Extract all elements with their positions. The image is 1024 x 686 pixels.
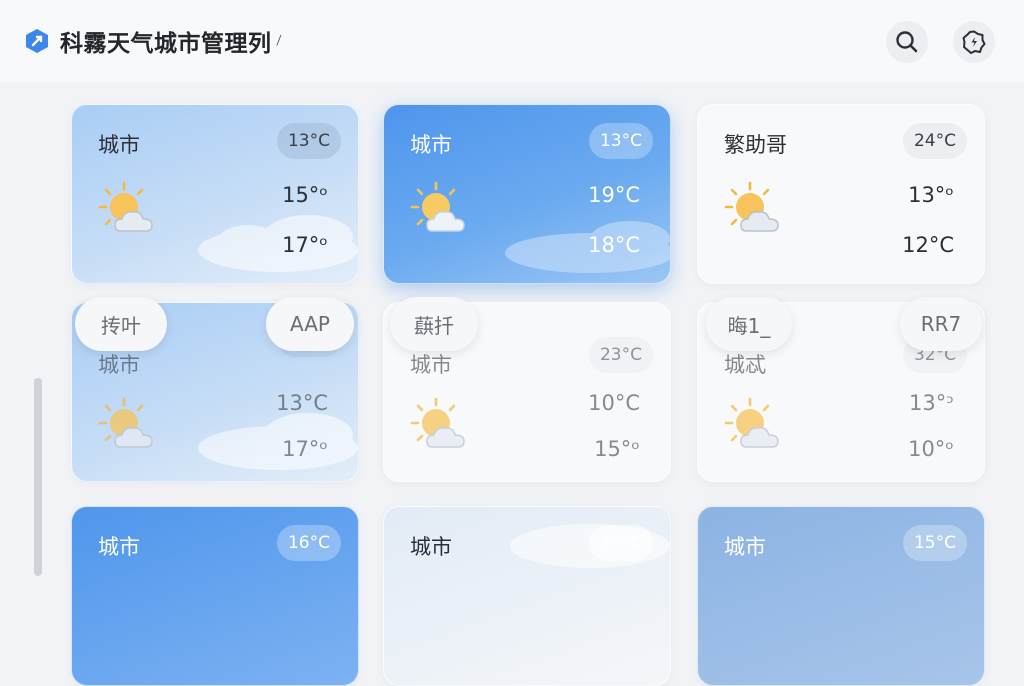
low-temp: 10°ᵒ <box>908 437 954 461</box>
search-icon <box>896 31 918 53</box>
cloud-background <box>198 413 358 470</box>
low-temp: 17°ᵒ <box>282 437 328 461</box>
city-card[interactable]: 城市 15°C <box>697 506 985 686</box>
city-name: 城市 <box>98 353 140 377</box>
partly-cloudy-icon <box>724 181 779 232</box>
city-card-selected[interactable]: 城市 13°C 19°C 18°C <box>383 104 671 284</box>
settings-button[interactable] <box>953 21 995 63</box>
page-title: 科霧天气城市管理列 <box>60 31 272 57</box>
city-card[interactable]: 繁助哥 24°C 13°ᵒ 12°C <box>697 104 985 284</box>
city-card[interactable]: 城市 13°C 15°ᵒ 17°ᵒ <box>71 104 359 284</box>
quick-action-chip[interactable]: RR7 <box>900 297 982 351</box>
partly-cloudy-icon <box>724 397 779 448</box>
gear-icon <box>962 30 986 54</box>
quick-action-chip[interactable]: 蕻扦 <box>390 297 478 351</box>
high-temp: 13°C <box>276 391 328 415</box>
quick-action-chip[interactable]: 抟叶 <box>75 297 167 351</box>
edit-title-icon[interactable]: ⁄ <box>276 33 281 48</box>
current-temp-badge: 16°C <box>276 525 341 561</box>
scrollbar-thumb[interactable] <box>34 378 42 576</box>
low-temp: 17°ᵒ <box>282 233 328 257</box>
high-temp: 13°ᵒ <box>908 183 954 207</box>
city-name: 繁助哥 <box>724 133 787 157</box>
quick-action-chip[interactable]: AAP <box>266 297 354 351</box>
partly-cloudy-icon <box>410 181 465 232</box>
city-name: 城市 <box>98 535 140 559</box>
current-temp-badge: 13°C <box>588 123 653 159</box>
high-temp: 19°C <box>588 183 640 207</box>
high-temp: 13°ᵓ <box>909 391 954 415</box>
app-header: 科霧天气城市管理列 ⁄ <box>0 0 1024 82</box>
city-name: 城市 <box>724 535 766 559</box>
quick-action-chip[interactable]: 晦1_ <box>706 297 792 351</box>
current-temp-badge: 15°C <box>902 525 967 561</box>
city-name: 城忒 <box>724 353 766 377</box>
low-temp: 18°C <box>588 233 640 257</box>
partly-cloudy-icon <box>410 397 465 448</box>
high-temp: 10°C <box>588 391 640 415</box>
search-button[interactable] <box>886 21 928 63</box>
partly-cloudy-icon <box>98 397 153 448</box>
cloud-background <box>198 215 358 272</box>
high-temp: 15°ᵒ <box>282 183 328 207</box>
city-name: 城市 <box>98 133 140 157</box>
city-name: 城市 <box>410 133 452 157</box>
city-card[interactable]: 城市 25°C <box>383 506 671 686</box>
city-name: 城市 <box>410 353 452 377</box>
current-temp-badge: 25°C <box>588 525 653 561</box>
app-logo-icon <box>26 29 48 53</box>
low-temp: 15°ᵒ <box>594 437 640 461</box>
city-name: 城市 <box>410 535 452 559</box>
low-temp: 12°C <box>902 233 954 257</box>
cloud-background <box>505 221 670 273</box>
partly-cloudy-icon <box>98 181 153 232</box>
city-card[interactable]: 城市 16°C <box>71 506 359 686</box>
current-temp-badge: 13°C <box>276 123 341 159</box>
current-temp-badge: 23°C <box>588 337 653 373</box>
current-temp-badge: 24°C <box>902 123 967 159</box>
